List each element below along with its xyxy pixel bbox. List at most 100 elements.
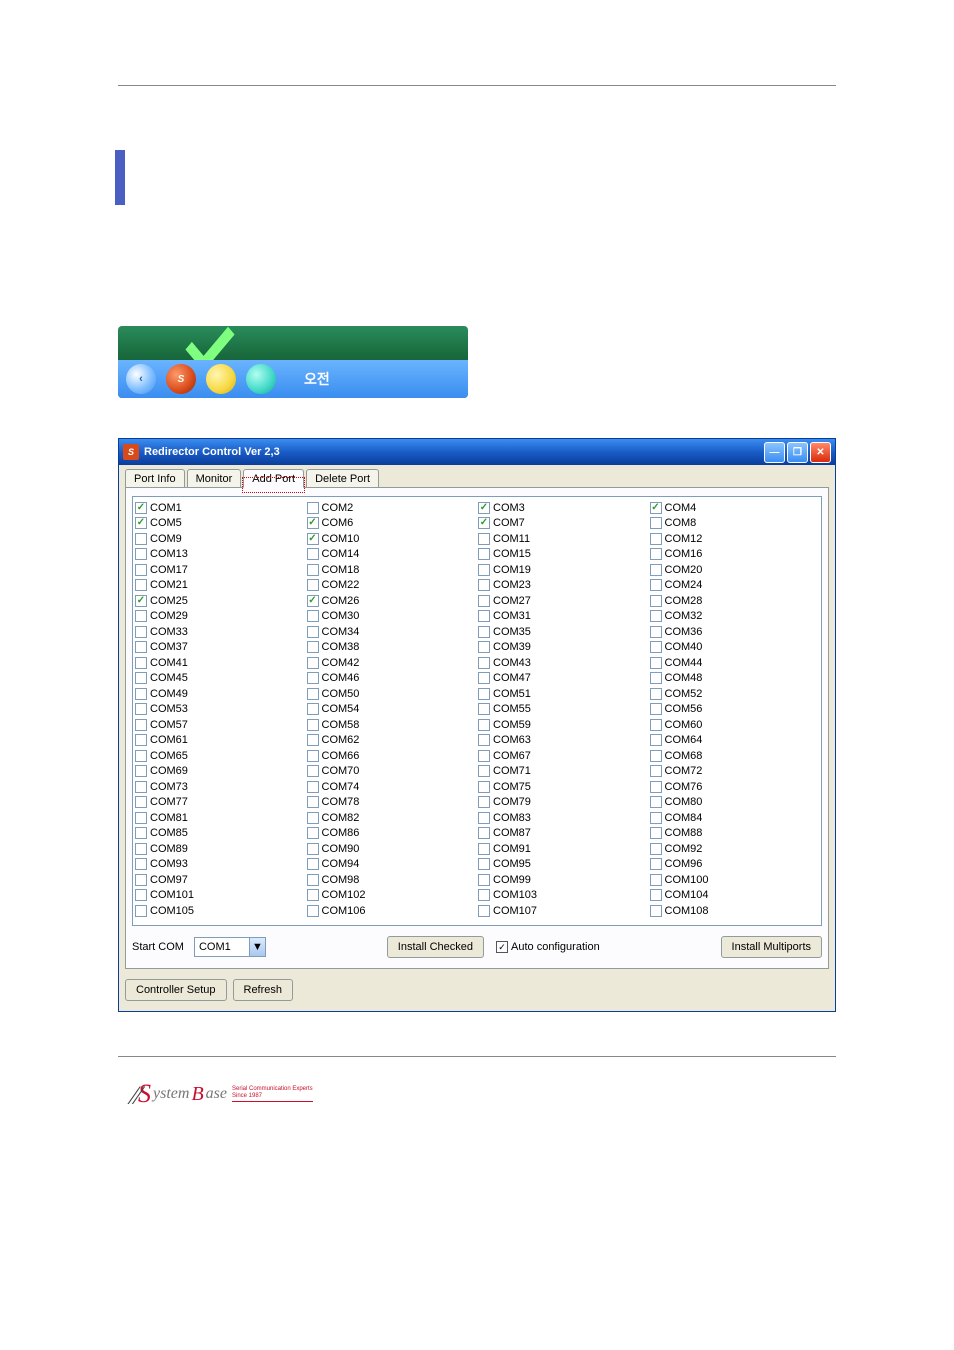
com-port-item[interactable]: COM57 xyxy=(135,717,307,733)
com-port-item[interactable]: COM76 xyxy=(650,779,822,795)
com-checkbox[interactable] xyxy=(478,672,490,684)
com-port-item[interactable]: COM72 xyxy=(650,764,822,780)
com-port-item[interactable]: COM98 xyxy=(307,872,479,888)
com-port-item[interactable]: COM55 xyxy=(478,702,650,718)
com-port-item[interactable]: COM22 xyxy=(307,578,479,594)
com-checkbox[interactable] xyxy=(307,858,319,870)
com-port-item[interactable]: COM2 xyxy=(307,500,479,516)
com-checkbox[interactable] xyxy=(650,610,662,622)
com-port-item[interactable]: COM1 xyxy=(135,500,307,516)
com-port-item[interactable]: COM62 xyxy=(307,733,479,749)
com-checkbox[interactable] xyxy=(650,517,662,529)
com-port-item[interactable]: COM36 xyxy=(650,624,822,640)
com-checkbox[interactable] xyxy=(135,781,147,793)
refresh-button[interactable]: Refresh xyxy=(233,979,294,1001)
com-checkbox[interactable] xyxy=(478,502,490,514)
com-checkbox[interactable] xyxy=(650,858,662,870)
com-checkbox[interactable] xyxy=(307,719,319,731)
com-port-item[interactable]: COM58 xyxy=(307,717,479,733)
com-port-item[interactable]: COM31 xyxy=(478,609,650,625)
com-port-list[interactable]: COM1COM2COM3COM4COM5COM6COM7COM8COM9COM1… xyxy=(132,496,822,926)
com-port-item[interactable]: COM77 xyxy=(135,795,307,811)
com-checkbox[interactable] xyxy=(135,548,147,560)
com-checkbox[interactable] xyxy=(478,750,490,762)
com-port-item[interactable]: COM33 xyxy=(135,624,307,640)
com-checkbox[interactable] xyxy=(307,626,319,638)
com-port-item[interactable]: COM18 xyxy=(307,562,479,578)
com-port-item[interactable]: COM45 xyxy=(135,671,307,687)
com-checkbox[interactable] xyxy=(307,579,319,591)
com-port-item[interactable]: COM88 xyxy=(650,826,822,842)
com-checkbox[interactable] xyxy=(307,781,319,793)
com-port-item[interactable]: COM81 xyxy=(135,810,307,826)
com-port-item[interactable]: COM51 xyxy=(478,686,650,702)
com-port-item[interactable]: COM106 xyxy=(307,903,479,919)
com-checkbox[interactable] xyxy=(307,905,319,917)
com-port-item[interactable]: COM24 xyxy=(650,578,822,594)
com-checkbox[interactable] xyxy=(478,703,490,715)
com-checkbox[interactable] xyxy=(650,719,662,731)
com-checkbox[interactable] xyxy=(307,765,319,777)
controller-setup-button[interactable]: Controller Setup xyxy=(125,979,227,1001)
com-port-item[interactable]: COM48 xyxy=(650,671,822,687)
com-checkbox[interactable] xyxy=(650,781,662,793)
com-port-item[interactable]: COM65 xyxy=(135,748,307,764)
com-checkbox[interactable] xyxy=(135,703,147,715)
com-checkbox[interactable] xyxy=(478,812,490,824)
com-port-item[interactable]: COM93 xyxy=(135,857,307,873)
com-checkbox[interactable] xyxy=(478,626,490,638)
com-checkbox[interactable] xyxy=(307,533,319,545)
com-port-item[interactable]: COM7 xyxy=(478,516,650,532)
com-checkbox[interactable] xyxy=(650,796,662,808)
com-port-item[interactable]: COM52 xyxy=(650,686,822,702)
com-port-item[interactable]: COM34 xyxy=(307,624,479,640)
com-port-item[interactable]: COM35 xyxy=(478,624,650,640)
com-port-item[interactable]: COM66 xyxy=(307,748,479,764)
com-port-item[interactable]: COM29 xyxy=(135,609,307,625)
com-checkbox[interactable] xyxy=(478,564,490,576)
com-checkbox[interactable] xyxy=(307,734,319,746)
titlebar[interactable]: S Redirector Control Ver 2,3 — ❐ ✕ xyxy=(119,439,835,465)
com-port-item[interactable]: COM14 xyxy=(307,547,479,563)
com-checkbox[interactable] xyxy=(650,657,662,669)
com-checkbox[interactable] xyxy=(478,905,490,917)
com-checkbox[interactable] xyxy=(307,796,319,808)
auto-config-checkbox[interactable]: ✓ xyxy=(496,941,508,953)
com-port-item[interactable]: COM38 xyxy=(307,640,479,656)
com-port-item[interactable]: COM84 xyxy=(650,810,822,826)
com-checkbox[interactable] xyxy=(478,796,490,808)
com-checkbox[interactable] xyxy=(135,610,147,622)
com-checkbox[interactable] xyxy=(650,533,662,545)
com-checkbox[interactable] xyxy=(307,672,319,684)
com-checkbox[interactable] xyxy=(307,750,319,762)
com-port-item[interactable]: COM12 xyxy=(650,531,822,547)
com-checkbox[interactable] xyxy=(478,641,490,653)
com-checkbox[interactable] xyxy=(135,812,147,824)
com-checkbox[interactable] xyxy=(135,579,147,591)
com-checkbox[interactable] xyxy=(478,827,490,839)
com-checkbox[interactable] xyxy=(135,750,147,762)
com-port-item[interactable]: COM67 xyxy=(478,748,650,764)
com-port-item[interactable]: COM17 xyxy=(135,562,307,578)
com-port-item[interactable]: COM99 xyxy=(478,872,650,888)
com-port-item[interactable]: COM80 xyxy=(650,795,822,811)
com-checkbox[interactable] xyxy=(307,564,319,576)
com-port-item[interactable]: COM90 xyxy=(307,841,479,857)
com-port-item[interactable]: COM102 xyxy=(307,888,479,904)
com-checkbox[interactable] xyxy=(650,688,662,700)
com-checkbox[interactable] xyxy=(307,517,319,529)
com-checkbox[interactable] xyxy=(307,641,319,653)
com-checkbox[interactable] xyxy=(650,579,662,591)
com-port-item[interactable]: COM60 xyxy=(650,717,822,733)
com-checkbox[interactable] xyxy=(478,874,490,886)
com-port-item[interactable]: COM64 xyxy=(650,733,822,749)
com-port-item[interactable]: COM96 xyxy=(650,857,822,873)
com-port-item[interactable]: COM73 xyxy=(135,779,307,795)
com-port-item[interactable]: COM89 xyxy=(135,841,307,857)
com-port-item[interactable]: COM78 xyxy=(307,795,479,811)
com-checkbox[interactable] xyxy=(478,765,490,777)
com-checkbox[interactable] xyxy=(307,812,319,824)
com-checkbox[interactable] xyxy=(307,874,319,886)
com-port-item[interactable]: COM59 xyxy=(478,717,650,733)
com-checkbox[interactable] xyxy=(478,781,490,793)
